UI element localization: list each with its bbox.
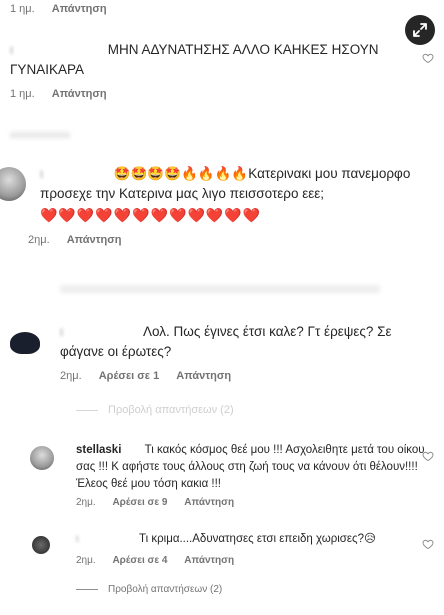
- expand-arrows-icon: [413, 23, 427, 37]
- like-heart-icon[interactable]: [422, 52, 434, 64]
- blurred-fragment: [10, 132, 70, 138]
- reply-button[interactable]: Απάντηση: [184, 497, 234, 508]
- comment-username[interactable]: stellaski: [76, 444, 121, 456]
- comment-username[interactable]: ι: [40, 164, 110, 184]
- reply-button[interactable]: Απάντηση: [176, 370, 231, 382]
- comment-meta: 2ημ. Αρέσει σε 4 Απάντηση: [76, 555, 234, 566]
- comment-meta: 2ημ. Αρέσει σε 1 Απάντηση: [60, 370, 231, 382]
- comment-username[interactable]: ι: [10, 42, 104, 57]
- comment-time: 2ημ.: [76, 555, 96, 566]
- comment-meta: 1 ημ. Απάντηση: [10, 3, 107, 15]
- comment-body: ι 🤩🤩🤩🤩🔥🔥🔥🔥Κατερινακι μου πανεμορφο προσε…: [40, 164, 440, 226]
- reply-button[interactable]: Απάντηση: [52, 88, 107, 100]
- likes-count[interactable]: Αρέσει σε 4: [112, 555, 167, 566]
- reply-button[interactable]: Απάντηση: [52, 3, 107, 15]
- comment-meta: 2ημ. Αρέσει σε 9 Απάντηση: [76, 497, 234, 508]
- avatar[interactable]: [0, 167, 26, 201]
- comment-time: 2ημ.: [76, 497, 96, 508]
- reply-button[interactable]: Απάντηση: [184, 555, 234, 566]
- divider-line: [76, 409, 98, 411]
- emoji-sequence: 🤩🤩🤩🤩🔥🔥🔥🔥: [113, 166, 249, 182]
- comment-body: ι Τι κριμα....Αδυνατησες ετσι επειδη χωρ…: [76, 530, 426, 548]
- hearts-row: ❤️❤️❤️❤️❤️❤️❤️❤️❤️❤️❤️❤️: [40, 208, 262, 224]
- likes-count[interactable]: Αρέσει σε 1: [99, 370, 160, 382]
- likes-count[interactable]: Αρέσει σε 9: [112, 497, 167, 508]
- comment-time: 2ημ.: [28, 234, 50, 246]
- comment-username[interactable]: ι: [76, 531, 136, 548]
- comment-body: ι Λολ. Πως έγινες έτσι καλε? Γτ έρεψες? …: [60, 322, 430, 362]
- reply-button[interactable]: Απάντηση: [67, 234, 122, 246]
- view-replies-label: Προβολή απαντήσεων (2): [108, 584, 223, 595]
- comment-time: 1 ημ.: [10, 3, 35, 15]
- comment-meta: 2ημ. Απάντηση: [28, 234, 122, 246]
- divider-line: [76, 588, 98, 590]
- comment-text: Τι κριμα....Αδυνατησες ετσι επειδη χωρισ…: [139, 533, 364, 545]
- like-heart-icon[interactable]: [422, 538, 434, 550]
- comment-time: 1 ημ.: [10, 88, 35, 100]
- comment-body: ι ΜΗΝ ΑΔΥΝΑΤΗΣΗΣ ΑΛΛΟ ΚΑΗΚΕΣ ΗΣΟΥΝ ΓΥΝΑΙ…: [10, 40, 400, 80]
- avatar[interactable]: [10, 332, 40, 354]
- avatar[interactable]: [32, 536, 50, 554]
- like-heart-icon[interactable]: [422, 450, 434, 462]
- comment-body: stellaski Τι κακός κόσμος θεέ μου !!! Ασ…: [76, 442, 426, 493]
- avatar[interactable]: [30, 446, 54, 470]
- blurred-fragment: [60, 285, 380, 293]
- expand-button[interactable]: [405, 15, 435, 45]
- view-replies-label: Προβολή απαντήσεων (2): [108, 404, 234, 416]
- sad-face-emoji: 😥: [363, 531, 376, 545]
- comment-meta: 1 ημ. Απάντηση: [10, 88, 107, 100]
- view-replies-button[interactable]: Προβολή απαντήσεων (2): [76, 404, 234, 416]
- comment-time: 2ημ.: [60, 370, 82, 382]
- comment-username[interactable]: ι: [60, 322, 140, 342]
- view-replies-button[interactable]: Προβολή απαντήσεων (2): [76, 584, 222, 595]
- comment-text: Τι κακός κόσμος θεέ μου !!! Ασχολειθητε …: [76, 444, 425, 490]
